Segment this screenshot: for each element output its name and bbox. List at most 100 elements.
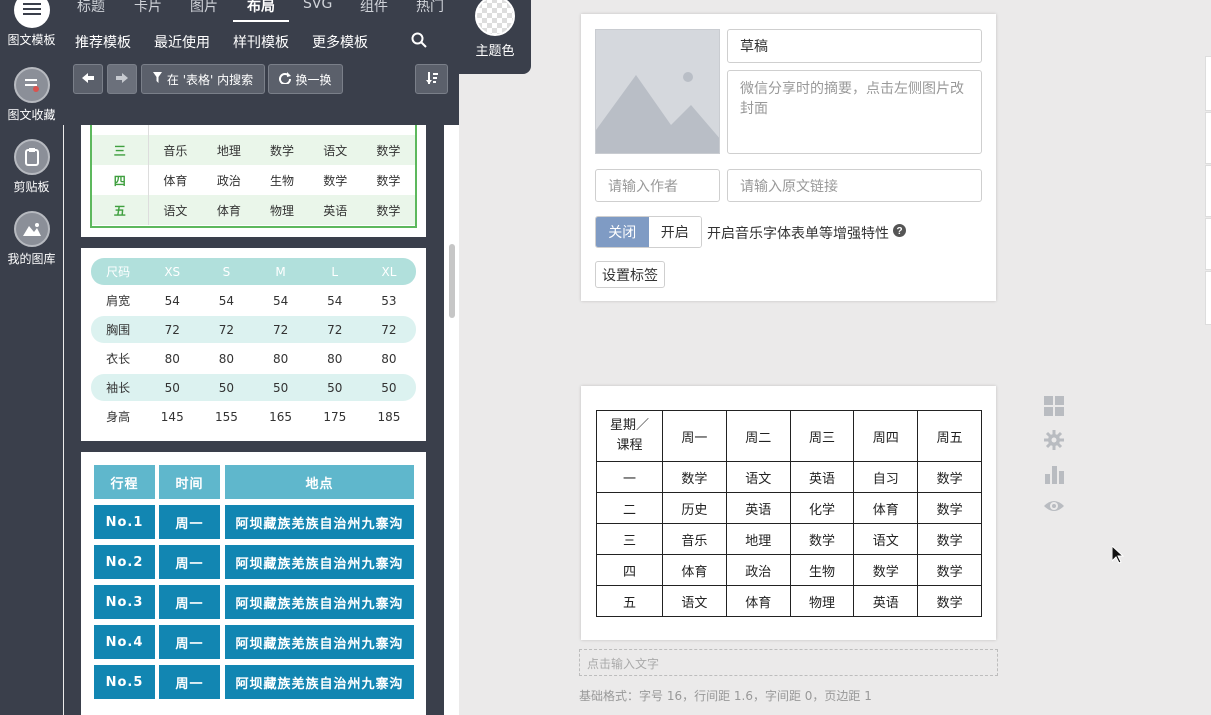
tab-component[interactable]: 组件 — [360, 0, 388, 16]
tab-popular[interactable]: 热门 — [416, 0, 444, 16]
source-link-input[interactable]: 请输入原文链接 — [727, 169, 982, 202]
title-input[interactable]: 草稿 — [727, 29, 982, 63]
table-cell: 语文 — [308, 135, 362, 165]
table-header-cell: S — [222, 264, 231, 279]
template-card-green-table[interactable]: 三 音乐 地理 数学 语文 数学 四 体育 政治 生物 数学 数学 五 语文 体… — [81, 125, 426, 237]
gear-icon[interactable] — [1043, 430, 1065, 464]
green-table: 三 音乐 地理 数学 语文 数学 四 体育 政治 生物 数学 数学 五 语文 体… — [92, 135, 415, 225]
sort-icon — [425, 71, 438, 87]
table-cell: 周一 — [159, 545, 220, 579]
text-input-placeholder[interactable]: 点击输入文字 — [579, 649, 998, 676]
shuffle-button[interactable]: 换一换 — [268, 64, 343, 94]
table-cell: 80 — [164, 351, 180, 366]
cover-image-placeholder[interactable] — [595, 29, 720, 154]
scoped-search-label: 在 '表格' 内搜索 — [166, 72, 254, 87]
right-edge-tab[interactable] — [1205, 112, 1211, 164]
rail-item-favorites[interactable]: 图文收藏 — [0, 67, 63, 123]
subnav-recent[interactable]: 最近使用 — [154, 32, 210, 52]
table-cell: 175 — [323, 409, 347, 424]
rail-item-templates[interactable]: 图文模板 — [0, 0, 63, 48]
toggle-description: 开启音乐字体表单等增强特性 — [707, 226, 889, 242]
chart-icon[interactable] — [1043, 464, 1065, 498]
table-cell: 英语 — [308, 195, 362, 225]
table-cell: 二 — [596, 492, 663, 524]
subnav-magazine[interactable]: 样刊模板 — [233, 32, 289, 52]
help-icon[interactable]: ? — [893, 224, 906, 241]
table-cell: 54 — [218, 293, 235, 308]
forward-button[interactable] — [107, 64, 137, 94]
right-edge-tab[interactable] — [1205, 56, 1211, 111]
toggle-off-option[interactable]: 关闭 — [596, 217, 649, 247]
subnav-recommended[interactable]: 推荐模板 — [75, 32, 131, 52]
theme-color-button[interactable]: 主题色 — [459, 0, 531, 74]
template-list-scrollbar[interactable] — [444, 125, 459, 715]
author-input[interactable]: 请输入作者 — [595, 169, 720, 202]
table-row: 身高 145 155 165 175 185 — [91, 403, 416, 430]
table-cell: 周一 — [159, 625, 220, 659]
table-cell: 体育 — [202, 195, 256, 225]
rail-label: 图文模板 — [7, 33, 56, 47]
sort-button[interactable] — [415, 64, 448, 94]
right-edge-tab[interactable] — [1205, 165, 1211, 217]
category-tabs: 标题 卡片 图片 布局 SVG 组件 热门 — [63, 0, 459, 22]
table-cell: 数学 — [376, 173, 401, 188]
table-row: 四 体育 政治 生物 数学 数学 — [92, 165, 415, 195]
schedule-table[interactable]: 星期／课程 周一 周二 周三 周四 周五 一 数学 语文 英语 自习 数学 二 … — [596, 410, 982, 617]
right-edge-tab[interactable] — [1205, 218, 1211, 270]
table-cell: 数学 — [361, 135, 415, 165]
template-card-size-table[interactable]: 尺码 XS S M L XL 肩宽 54 54 54 54 53 胸围 72 7… — [81, 248, 426, 441]
set-tags-button[interactable]: 设置标签 — [595, 261, 665, 288]
grid-icon[interactable] — [1043, 396, 1065, 430]
table-cell: 165 — [269, 409, 293, 424]
table-row: 肩宽 54 54 54 54 53 — [91, 287, 416, 314]
rail-item-gallery[interactable]: 我的图库 — [0, 211, 63, 267]
table-cell: 周一 — [159, 505, 220, 539]
tab-svg[interactable]: SVG — [303, 0, 332, 12]
table-cell: 80 — [272, 351, 289, 366]
right-edge-tab[interactable] — [1205, 271, 1211, 325]
arrow-right-icon — [116, 72, 128, 86]
table-cell: No.1 — [94, 505, 155, 539]
table-cell: 80 — [381, 351, 397, 366]
table-cell: 185 — [377, 409, 401, 424]
tab-layout[interactable]: 布局 — [247, 0, 275, 16]
table-cell: 数学 — [255, 135, 309, 165]
table-cell: No.3 — [94, 585, 155, 619]
table-cell: 四 — [92, 165, 149, 195]
table-cell: 化学 — [789, 492, 855, 524]
tab-image[interactable]: 图片 — [190, 0, 218, 16]
summary-textarea[interactable]: 微信分享时的摘要，点击左侧图片改封面 — [727, 70, 982, 154]
back-button[interactable] — [73, 64, 103, 94]
preview-eye-icon[interactable] — [1043, 498, 1065, 532]
base-format-info: 基础格式：字号 16，行间距 1.6，字间距 0，页边距 1 — [579, 689, 872, 703]
table-cell: 物理 — [255, 195, 309, 225]
favorites-icon — [13, 67, 50, 103]
search-icon[interactable] — [411, 32, 427, 52]
table-header-cell: 地点 — [225, 465, 414, 499]
template-card-trip-table[interactable]: 行程 时间 地点 No.1 周一 阿坝藏族羌族自治州九寨沟 No.2 周一 阿坝… — [81, 452, 426, 715]
svg-text:?: ? — [896, 226, 902, 237]
table-header-cell: 周一 — [662, 410, 727, 462]
clipboard-icon — [13, 139, 50, 175]
scoped-search-button[interactable]: 在 '表格' 内搜索 — [141, 64, 265, 94]
table-cell: No.5 — [94, 665, 155, 699]
scrollbar-thumb[interactable] — [449, 244, 455, 318]
tab-title[interactable]: 标题 — [77, 0, 105, 16]
table-cell: 身高 — [106, 410, 131, 424]
tab-card[interactable]: 卡片 — [134, 0, 162, 16]
enhance-toggle[interactable]: 关闭 开启 — [595, 216, 702, 248]
table-header-cell: XS — [164, 264, 181, 279]
list-icon — [13, 0, 50, 28]
table-header-cell: 尺码 — [106, 265, 131, 279]
subnav-more[interactable]: 更多模板 — [312, 32, 368, 52]
table-cell: 50 — [327, 380, 343, 395]
table-cell: 五 — [596, 585, 663, 617]
rail-label: 剪贴板 — [13, 180, 50, 194]
arrow-left-icon — [82, 72, 94, 86]
table-cell: 地理 — [202, 135, 256, 165]
table-cell: 历史 — [662, 492, 727, 524]
toggle-on-option[interactable]: 开启 — [648, 217, 701, 247]
template-header: 标题 卡片 图片 布局 SVG 组件 热门 推荐模板 最近使用 样刊模板 更多模… — [63, 0, 459, 125]
rail-item-clipboard[interactable]: 剪贴板 — [0, 139, 63, 195]
table-header-cell: XL — [381, 264, 397, 279]
